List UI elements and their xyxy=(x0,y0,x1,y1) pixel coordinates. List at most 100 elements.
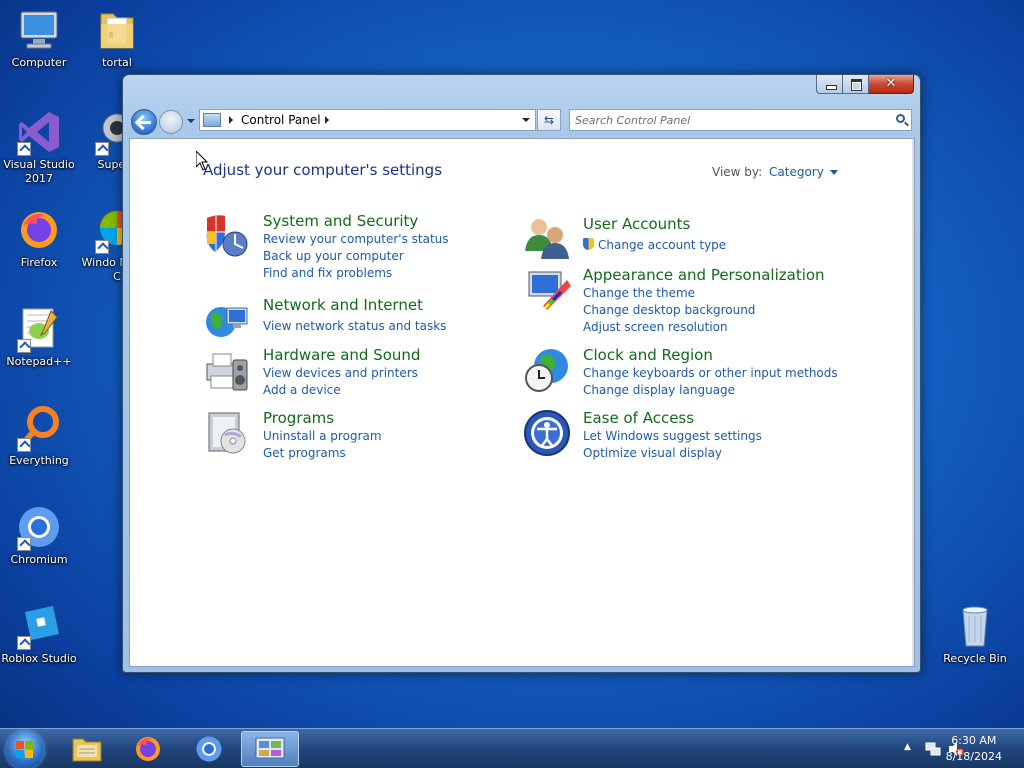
shortcut-arrow-icon xyxy=(17,537,31,551)
ease-of-access-icon[interactable] xyxy=(523,409,571,457)
breadcrumb-arrow-icon[interactable] xyxy=(229,116,233,124)
taskbar-clock[interactable]: 6:30 AM 8/18/2024 xyxy=(946,733,1002,765)
desktop-icon-folder[interactable]: tortal xyxy=(78,6,156,70)
desktop-icon-visual-studio[interactable]: Visual Studio 2017 xyxy=(0,108,78,186)
link-view-network-status[interactable]: View network status and tasks xyxy=(263,318,446,335)
shortcut-arrow-icon xyxy=(17,438,31,452)
window-caption-buttons: ✕ xyxy=(816,75,914,94)
category-title[interactable]: Network and Internet xyxy=(263,296,423,314)
address-dropdown-icon[interactable] xyxy=(522,118,530,122)
link-change-theme[interactable]: Change the theme xyxy=(583,285,755,302)
link-back-up[interactable]: Back up your computer xyxy=(263,248,449,265)
breadcrumb-arrow-icon[interactable] xyxy=(324,116,329,124)
shortcut-arrow-icon xyxy=(17,636,31,650)
clock-globe-icon[interactable] xyxy=(523,346,571,394)
taskbar-control-panel-button[interactable] xyxy=(241,731,299,767)
category-title[interactable]: System and Security xyxy=(263,212,418,230)
chromium-icon xyxy=(196,736,222,762)
desktop-icon-computer[interactable]: Computer xyxy=(0,6,78,70)
search-icon[interactable] xyxy=(896,114,905,123)
view-by-label: View by: xyxy=(712,165,763,179)
link-change-keyboards[interactable]: Change keyboards or other input methods xyxy=(583,365,838,382)
desktop-icon-label: Roblox Studio xyxy=(1,652,77,665)
control-panel-icon xyxy=(203,113,221,127)
everything-icon xyxy=(15,404,63,452)
category-title[interactable]: Hardware and Sound xyxy=(263,346,420,364)
recent-pages-dropdown-icon[interactable] xyxy=(187,119,195,123)
address-bar[interactable]: Control Panel xyxy=(199,109,536,131)
desktop-icon-label: Computer xyxy=(11,56,67,69)
shield-icon[interactable] xyxy=(203,212,251,260)
firefox-icon xyxy=(15,206,63,254)
close-button[interactable]: ✕ xyxy=(869,75,914,94)
category-title[interactable]: User Accounts xyxy=(583,215,690,233)
desktop-icon-chromium[interactable]: Chromium xyxy=(0,503,78,567)
desktop-icon-label: Firefox xyxy=(20,256,58,269)
search-input[interactable] xyxy=(570,110,880,130)
desktop-icon-roblox-studio[interactable]: Roblox Studio xyxy=(0,602,78,666)
refresh-icon: ⇆ xyxy=(543,113,555,127)
link-change-desktop-background[interactable]: Change desktop background xyxy=(583,302,755,319)
printer-icon[interactable] xyxy=(203,346,251,394)
navigation-bar: Control Panel ⇆ xyxy=(129,107,914,135)
search-box[interactable] xyxy=(569,109,912,131)
link-get-programs[interactable]: Get programs xyxy=(263,445,382,462)
uac-shield-icon xyxy=(583,238,594,250)
scrollbar[interactable] xyxy=(912,139,914,666)
user-accounts-icon[interactable] xyxy=(523,215,571,263)
shortcut-arrow-icon xyxy=(17,142,31,156)
taskbar-explorer-button[interactable] xyxy=(58,731,116,767)
link-text: Change account type xyxy=(598,238,727,252)
mouse-cursor-icon xyxy=(196,151,208,171)
page-title: Adjust your computer's settings xyxy=(203,161,443,179)
category-title[interactable]: Appearance and Personalization xyxy=(583,266,825,284)
maximize-button[interactable] xyxy=(843,75,869,94)
shortcut-arrow-icon xyxy=(17,339,31,353)
link-find-fix-problems[interactable]: Find and fix problems xyxy=(263,265,449,282)
taskbar: ▲ 6:30 AM 8/18/2024 xyxy=(0,728,1024,768)
desktop-icon-notepadpp[interactable]: Notepad++ xyxy=(0,305,78,369)
desktop-icon-label: Everything xyxy=(9,454,69,467)
firefox-icon xyxy=(136,737,160,761)
desktop-icon-everything[interactable]: Everything xyxy=(0,404,78,468)
link-change-account-type[interactable]: Change account type xyxy=(583,237,726,254)
link-let-windows-suggest[interactable]: Let Windows suggest settings xyxy=(583,428,762,445)
appearance-icon[interactable] xyxy=(523,266,571,314)
taskbar-firefox-button[interactable] xyxy=(119,731,177,767)
link-review-status[interactable]: Review your computer's status xyxy=(263,231,449,248)
category-title[interactable]: Ease of Access xyxy=(583,409,694,427)
programs-icon[interactable] xyxy=(203,409,251,457)
start-button[interactable] xyxy=(6,731,44,768)
desktop-icon-label: Notepad++ xyxy=(6,355,72,368)
breadcrumb-control-panel[interactable]: Control Panel xyxy=(241,113,321,127)
link-uninstall-program[interactable]: Uninstall a program xyxy=(263,428,382,445)
desktop-icon-label: tortal xyxy=(102,56,132,69)
link-optimize-visual-display[interactable]: Optimize visual display xyxy=(583,445,762,462)
forward-button[interactable] xyxy=(159,110,183,134)
close-icon: ✕ xyxy=(885,76,897,91)
control-panel-icon xyxy=(255,737,285,759)
roblox-studio-icon xyxy=(15,602,63,650)
refresh-button[interactable]: ⇆ xyxy=(537,109,561,131)
desktop-icon-firefox[interactable]: Firefox xyxy=(0,206,78,270)
back-button[interactable] xyxy=(131,109,157,135)
desktop-icon-label: Chromium xyxy=(10,553,68,566)
notepadpp-icon xyxy=(15,305,63,353)
category-title[interactable]: Clock and Region xyxy=(583,346,713,364)
control-panel-window[interactable]: ✕ Control Panel ⇆ Adjust your computer's… xyxy=(122,74,921,673)
network-icon[interactable] xyxy=(925,741,941,757)
link-change-display-language[interactable]: Change display language xyxy=(583,382,838,399)
shortcut-arrow-icon xyxy=(95,240,109,254)
link-view-devices-printers[interactable]: View devices and printers xyxy=(263,365,418,382)
category-title[interactable]: Programs xyxy=(263,409,334,427)
minimize-button[interactable] xyxy=(816,75,843,94)
link-add-device[interactable]: Add a device xyxy=(263,382,418,399)
show-hidden-icons-button[interactable]: ▲ xyxy=(904,742,911,752)
link-adjust-screen-resolution[interactable]: Adjust screen resolution xyxy=(583,319,755,336)
chromium-icon xyxy=(15,503,63,551)
taskbar-chromium-button[interactable] xyxy=(180,731,238,767)
desktop-icon-recycle-bin[interactable]: Recycle Bin xyxy=(936,602,1014,666)
clock-time: 6:30 AM xyxy=(951,734,997,747)
view-by-dropdown[interactable]: Category xyxy=(769,165,838,179)
network-globe-icon[interactable] xyxy=(203,296,251,344)
